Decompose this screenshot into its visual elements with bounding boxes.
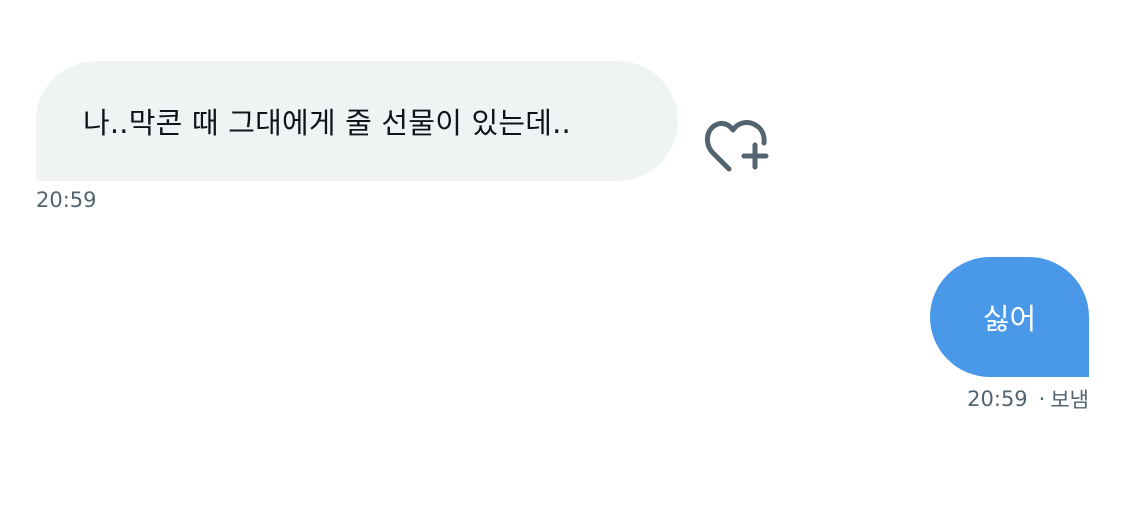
sent-message-text: 싫어 [982,302,1037,336]
sent-message-bubble[interactable]: 싫어 [930,257,1089,377]
received-message-text: 나..막콘 때 그대에게 줄 선물이 있는데.. [83,106,571,140]
received-message-timestamp: 20:59 [36,188,97,212]
add-reaction-button[interactable] [703,114,773,176]
sent-message-timestamp: 20:59 [967,387,1028,411]
sent-message-meta: 20:59 · 보냄 [967,384,1089,414]
heart-plus-icon [704,120,769,172]
received-message-bubble[interactable]: 나..막콘 때 그대에게 줄 선물이 있는데.. [36,61,678,181]
meta-separator: · [1038,387,1046,411]
sent-message-status: 보냄 [1050,388,1089,412]
